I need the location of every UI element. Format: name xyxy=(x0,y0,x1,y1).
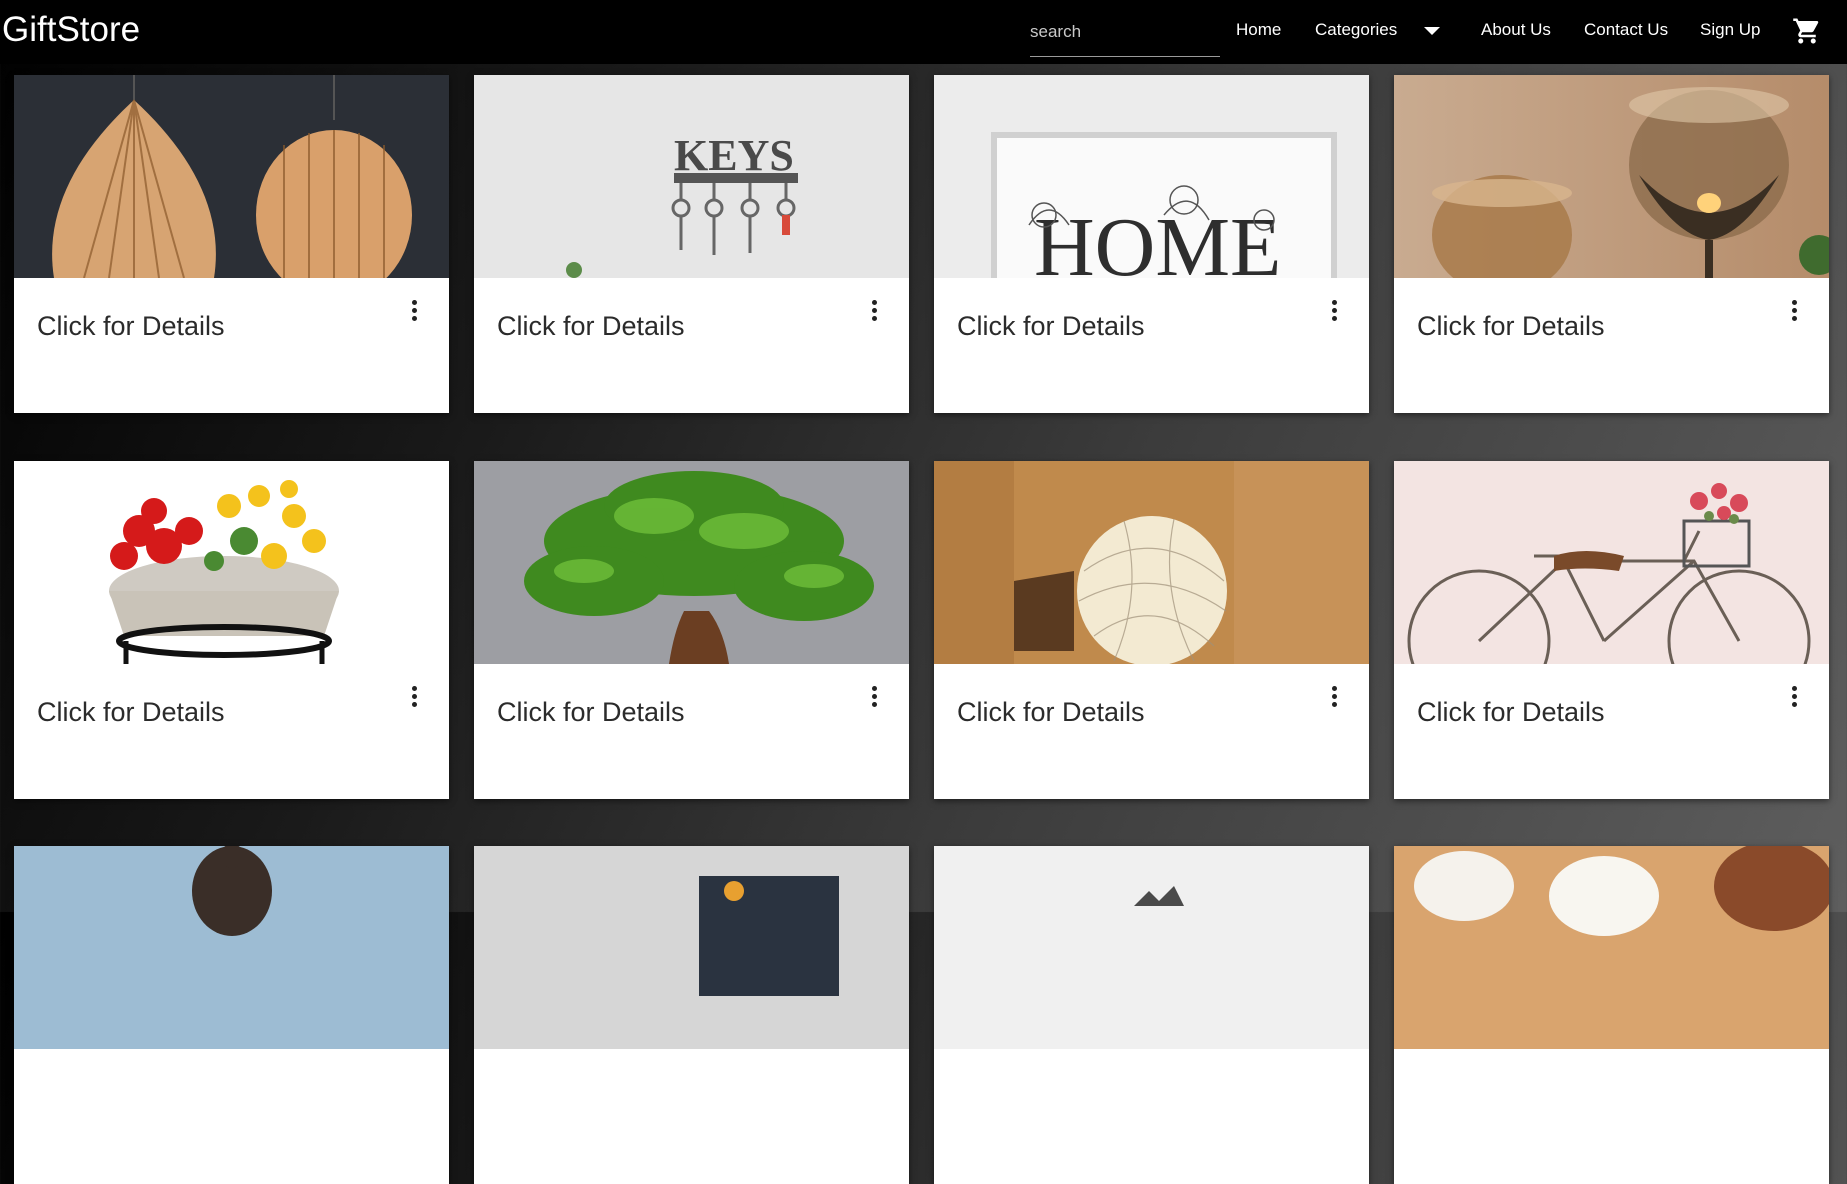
brand-logo[interactable]: GiftStore xyxy=(2,10,140,50)
product-card[interactable]: Click for Details xyxy=(1394,461,1829,799)
product-card[interactable]: Click for Details xyxy=(934,461,1369,799)
image-text: KEYS xyxy=(674,131,794,180)
product-title[interactable]: Click for Details xyxy=(497,311,685,342)
nav-contact-link[interactable]: Contact Us xyxy=(1584,20,1668,40)
product-title[interactable]: Click for Details xyxy=(957,311,1145,342)
product-card[interactable]: Click for Details xyxy=(474,461,909,799)
nav-signup-link[interactable]: Sign Up xyxy=(1700,20,1760,40)
more-vert-icon[interactable] xyxy=(1329,300,1339,322)
product-card[interactable] xyxy=(1394,846,1829,1184)
product-image[interactable] xyxy=(14,846,449,1049)
product-image[interactable] xyxy=(474,461,909,664)
nav-home-link[interactable]: Home xyxy=(1236,20,1281,40)
product-title[interactable]: Click for Details xyxy=(37,697,225,728)
product-image[interactable]: HOME xyxy=(934,75,1369,278)
product-image[interactable] xyxy=(14,461,449,664)
more-vert-icon[interactable] xyxy=(409,686,419,708)
product-image[interactable] xyxy=(1394,75,1829,278)
more-vert-icon[interactable] xyxy=(1789,686,1799,708)
product-card[interactable] xyxy=(474,846,909,1184)
image-text: HOME xyxy=(1034,201,1281,278)
more-vert-icon[interactable] xyxy=(869,300,879,322)
product-title[interactable]: Click for Details xyxy=(957,697,1145,728)
more-vert-icon[interactable] xyxy=(1789,300,1799,322)
product-image[interactable]: KEYS xyxy=(474,75,909,278)
product-card[interactable]: KEYS Click for Details xyxy=(474,75,909,413)
nav-categories-link[interactable]: Categories xyxy=(1315,20,1397,40)
top-navbar: GiftStore Home Categories About Us Conta… xyxy=(0,0,1847,64)
product-title[interactable]: Click for Details xyxy=(1417,697,1605,728)
search-input[interactable] xyxy=(1030,18,1215,42)
more-vert-icon[interactable] xyxy=(409,300,419,322)
product-image[interactable] xyxy=(934,461,1369,664)
shopping-cart-icon[interactable] xyxy=(1791,16,1823,46)
product-card[interactable] xyxy=(14,846,449,1184)
caret-down-icon[interactable] xyxy=(1424,27,1440,35)
product-image[interactable] xyxy=(934,846,1369,1049)
product-grid: Click for Details KEYS Click for Details xyxy=(0,0,1847,1184)
product-title[interactable]: Click for Details xyxy=(1417,311,1605,342)
product-image[interactable] xyxy=(1394,846,1829,1049)
product-image[interactable] xyxy=(1394,461,1829,664)
product-card[interactable]: Click for Details xyxy=(14,461,449,799)
search-field[interactable] xyxy=(1030,18,1220,57)
product-card[interactable]: Click for Details xyxy=(14,75,449,413)
product-title[interactable]: Click for Details xyxy=(37,311,225,342)
product-card[interactable] xyxy=(934,846,1369,1184)
more-vert-icon[interactable] xyxy=(869,686,879,708)
product-image[interactable] xyxy=(14,75,449,278)
more-vert-icon[interactable] xyxy=(1329,686,1339,708)
product-card[interactable]: HOME Click for Details xyxy=(934,75,1369,413)
product-card[interactable]: Click for Details xyxy=(1394,75,1829,413)
product-title[interactable]: Click for Details xyxy=(497,697,685,728)
product-image[interactable] xyxy=(474,846,909,1049)
nav-about-link[interactable]: About Us xyxy=(1481,20,1551,40)
